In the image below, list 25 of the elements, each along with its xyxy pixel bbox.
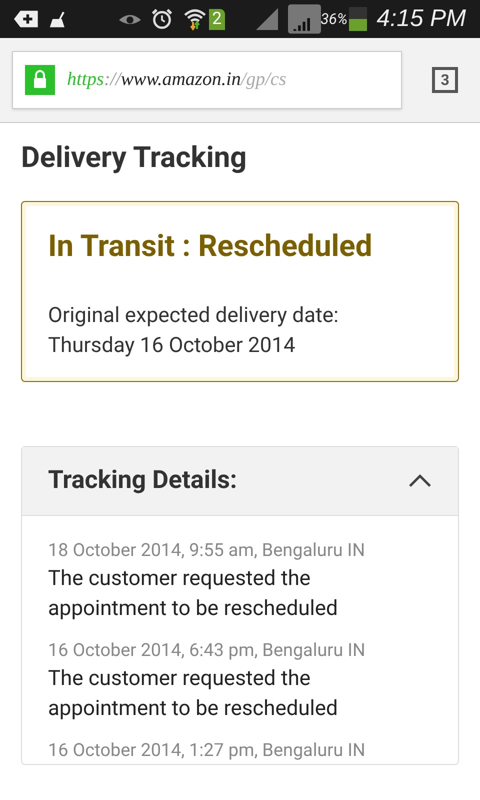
alarm-clock-icon [151, 7, 174, 31]
eye-icon [119, 12, 142, 26]
broom-icon [48, 10, 66, 28]
delivery-status: In Transit : Rescheduled [48, 228, 374, 266]
event-meta: 18 October 2014, 9:55 am, Bengaluru IN [48, 538, 366, 562]
event-description: The customer requested the appointment to be rescheduled [48, 666, 339, 722]
delivery-date: Thursday 16 October 2014 [48, 332, 296, 360]
tracking-title: Tracking Details: [48, 464, 237, 497]
tracking-header[interactable]: Tracking Details: [22, 446, 458, 516]
event-description: The customer requested the appointment to be rescheduled [48, 566, 339, 622]
address-bar[interactable]: https://www.amazon.in/gp/cs [12, 51, 402, 109]
plus-tag-icon [14, 10, 38, 28]
sim-badge: 2 [209, 8, 225, 30]
event-meta: 16 October 2014, 1:27 pm, Bengaluru IN [48, 738, 366, 762]
clock: 4:15 PM [376, 4, 466, 34]
url-text: https://www.amazon.in/gp/cs [67, 68, 286, 92]
delivery-date-label: Original expected delivery date: [48, 302, 340, 330]
tab-count-button[interactable]: 3 [432, 67, 458, 93]
page-title: Delivery Tracking [21, 140, 248, 177]
event-meta: 16 October 2014, 6:43 pm, Bengaluru IN [48, 638, 366, 662]
signal-icon [256, 7, 278, 31]
signal-bars-icon [288, 3, 321, 35]
battery-icon [348, 7, 367, 31]
battery-percentage: 36% [320, 8, 348, 30]
wifi-icon [183, 7, 208, 31]
